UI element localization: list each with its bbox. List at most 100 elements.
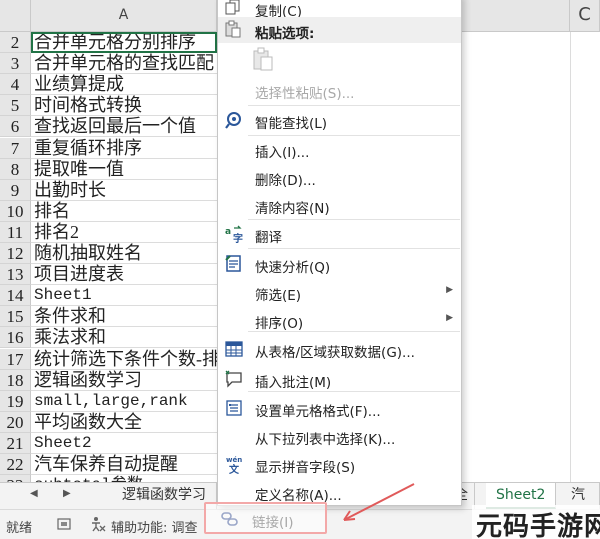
row-header[interactable]: 13 — [0, 264, 31, 285]
tab-next-icon[interactable]: ▶ — [63, 488, 71, 499]
menu-get-data-label: 从表格/区域获取数据(G)... — [255, 345, 415, 361]
phonetic-icon: wén 文 — [224, 454, 244, 476]
row-header[interactable]: 11 — [0, 222, 31, 243]
svg-text:字: 字 — [233, 232, 243, 244]
table-cell[interactable]: 汽车保养自动提醒 — [31, 454, 217, 475]
comment-icon — [224, 369, 244, 389]
annotation-arrow-icon — [343, 483, 415, 521]
menu-filter-label: 筛选(E) — [255, 288, 302, 304]
row-header[interactable]: 18 — [0, 370, 31, 391]
menu-format-cells[interactable]: 设置单元格格式(F)... — [218, 395, 461, 421]
row-header[interactable]: 10 — [0, 201, 31, 222]
column-gridline — [570, 32, 571, 482]
row-header[interactable]: 12 — [0, 243, 31, 264]
menu-smart-lookup[interactable]: 智能查找(L) — [218, 107, 461, 133]
svg-text:wén: wén — [226, 456, 242, 464]
accessibility-status[interactable]: 辅助功能: 调查 — [111, 517, 198, 536]
menu-insert-label: 插入(I)... — [255, 145, 310, 161]
submenu-arrow-icon: ▶ — [446, 313, 453, 323]
menu-separator — [248, 105, 460, 106]
table-cell[interactable]: Sheet2 — [31, 433, 217, 454]
selected-cell[interactable]: 合并单元格分别排序 — [31, 32, 217, 53]
row-header[interactable]: 17 — [0, 349, 31, 370]
copy-icon — [224, 0, 244, 18]
menu-separator — [248, 331, 460, 332]
menu-insert-comment[interactable]: 插入批注(M) — [218, 366, 461, 392]
table-cell[interactable]: 出勤时长 — [31, 180, 217, 201]
tab-prev-icon[interactable]: ◀ — [30, 488, 38, 499]
row-header[interactable]: 9 — [0, 180, 31, 201]
row-header[interactable]: 19 — [0, 391, 31, 412]
menu-link-label: 链接(I) — [252, 515, 294, 531]
table-cell[interactable]: 排名2 — [31, 222, 217, 243]
menu-delete[interactable]: 删除(D)... — [218, 164, 461, 190]
table-cell[interactable]: 合并单元格的查找匹配 — [31, 53, 217, 74]
menu-separator — [248, 391, 460, 392]
table-cell[interactable]: 时间格式转换 — [31, 95, 217, 116]
row-header[interactable]: 3 — [0, 53, 31, 74]
table-icon — [224, 339, 244, 359]
table-cell[interactable]: 项目进度表 — [31, 264, 217, 285]
row-header[interactable]: 21 — [0, 433, 31, 454]
translate-icon: a字 — [224, 224, 244, 245]
menu-filter[interactable]: 筛选(E) ▶ — [218, 279, 461, 305]
menu-phonetic[interactable]: wén 文 显示拼音字段(S) — [218, 451, 461, 477]
menu-pick-from-list[interactable]: 从下拉列表中选择(K)... — [218, 423, 461, 449]
row-header[interactable]: 6 — [0, 116, 31, 137]
row-header[interactable]: 4 — [0, 74, 31, 95]
menu-quick-analysis-label: 快速分析(Q) — [255, 260, 331, 276]
table-cell[interactable]: 条件求和 — [31, 306, 217, 327]
table-cell[interactable]: 重复循环排序 — [31, 138, 217, 159]
smart-lookup-icon — [224, 110, 244, 130]
row-header[interactable]: 2 — [0, 32, 31, 53]
row-header[interactable]: 8 — [0, 159, 31, 180]
macro-record-icon[interactable] — [56, 516, 72, 536]
menu-clear-contents[interactable]: 清除内容(N) — [218, 192, 461, 218]
menu-paste-special[interactable]: 选择性粘贴(S)... — [218, 77, 461, 103]
table-cell[interactable]: Sheet1 — [31, 285, 217, 306]
table-cell[interactable]: 随机抽取姓名 — [31, 243, 217, 264]
menu-define-name-label: 定义名称(A)... — [255, 488, 342, 504]
menu-quick-analysis[interactable]: 快速分析(Q) — [218, 251, 461, 277]
paste-icon — [224, 20, 244, 40]
table-cell[interactable]: 业绩算提成 — [31, 74, 217, 95]
menu-sort-label: 排序(O) — [255, 316, 304, 332]
table-cell[interactable]: 平均函数大全 — [31, 412, 217, 433]
column-header-c[interactable]: C — [570, 0, 600, 32]
row-header[interactable]: 14 — [0, 285, 31, 306]
table-cell[interactable]: 查找返回最后一个值 — [31, 116, 217, 137]
table-cell[interactable]: 排名 — [31, 201, 217, 222]
row-header[interactable]: 20 — [0, 412, 31, 433]
link-icon — [220, 510, 240, 532]
column-header-b[interactable] — [462, 0, 570, 32]
table-cell[interactable]: 统计筛选下条件个数-排 — [31, 349, 220, 370]
format-cells-icon — [224, 398, 244, 418]
menu-smart-lookup-label: 智能查找(L) — [255, 116, 328, 132]
menu-translate[interactable]: a字 翻译 — [218, 221, 461, 247]
menu-paste-special-label: 选择性粘贴(S)... — [255, 86, 355, 102]
menu-insert[interactable]: 插入(I)... — [218, 136, 461, 162]
accessibility-icon[interactable] — [90, 516, 106, 536]
row-header[interactable]: 5 — [0, 95, 31, 116]
menu-sort[interactable]: 排序(O) ▶ — [218, 307, 461, 333]
table-cell[interactable]: 逻辑函数学习 — [31, 370, 217, 391]
paste-clipboard-button[interactable] — [218, 43, 461, 73]
menu-link[interactable]: 链接(I) — [204, 502, 327, 534]
column-header-a[interactable]: A — [31, 0, 217, 32]
svg-text:a: a — [225, 227, 231, 237]
menu-get-data[interactable]: 从表格/区域获取数据(G)... — [218, 336, 461, 362]
svg-text:文: 文 — [229, 463, 240, 474]
submenu-arrow-icon: ▶ — [446, 285, 453, 295]
tab-logic-functions[interactable]: 逻辑函数学习 — [112, 483, 217, 509]
table-cell[interactable]: small,large,rank — [31, 391, 217, 412]
menu-separator — [248, 219, 460, 220]
select-all-corner[interactable] — [0, 0, 31, 32]
row-header[interactable]: 22 — [0, 454, 31, 475]
menu-paste-options: 粘贴选项: — [218, 17, 461, 43]
row-header[interactable]: 16 — [0, 327, 31, 348]
row-header[interactable]: 7 — [0, 138, 31, 159]
row-header[interactable]: 15 — [0, 306, 31, 327]
menu-pick-list-label: 从下拉列表中选择(K)... — [255, 432, 396, 448]
table-cell[interactable]: 乘法求和 — [31, 327, 217, 348]
table-cell[interactable]: 提取唯一值 — [31, 159, 217, 180]
